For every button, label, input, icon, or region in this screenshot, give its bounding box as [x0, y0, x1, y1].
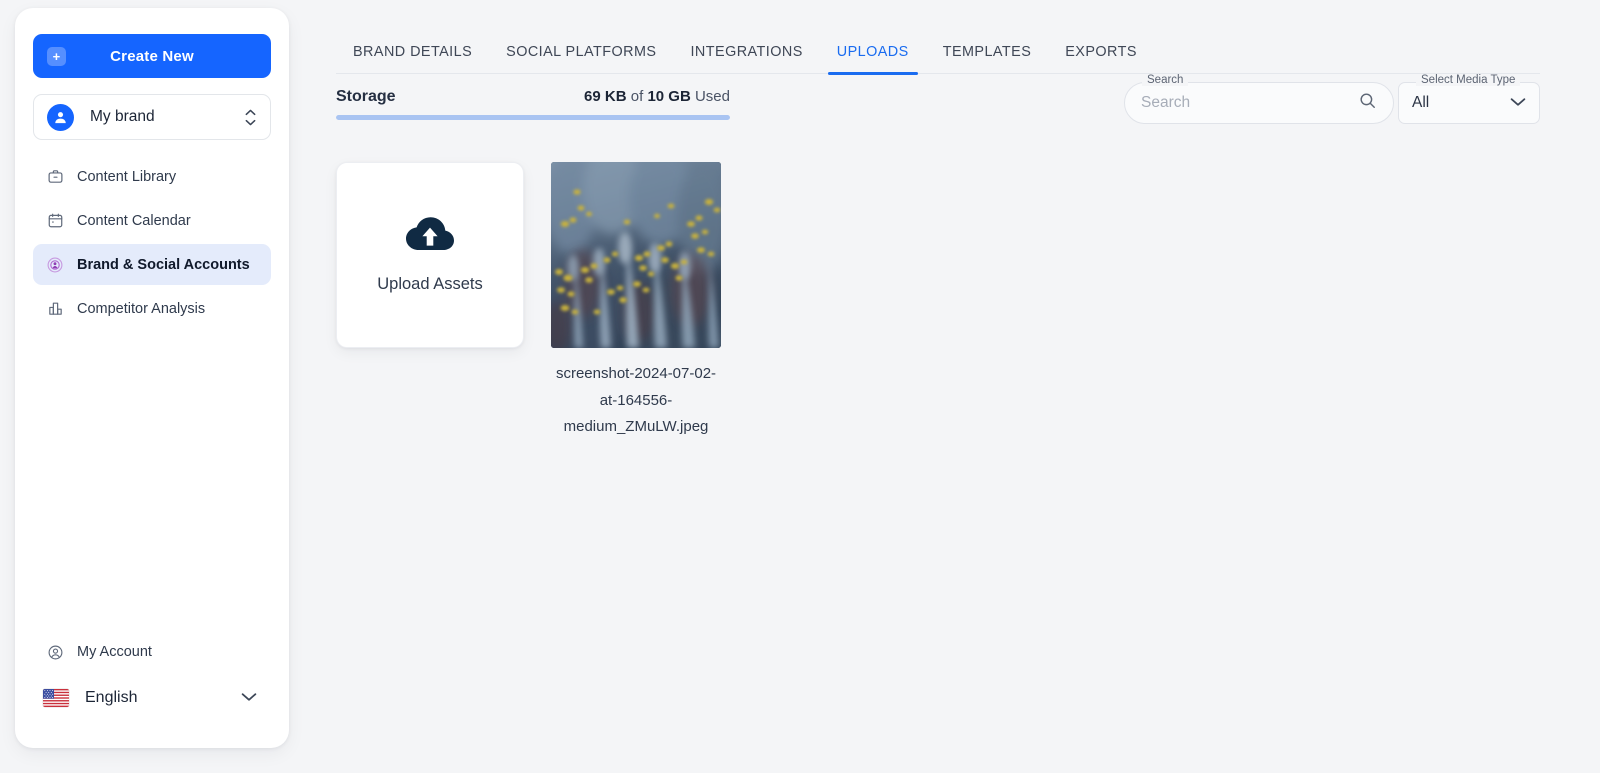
sidebar-item-content-library[interactable]: Content Library: [33, 156, 271, 197]
storage-meter: Storage 69 KB of 10 GB Used: [336, 88, 730, 120]
main-content: BRAND DETAILS SOCIAL PLATFORMS INTEGRATI…: [296, 0, 1600, 773]
search-legend: Search: [1142, 74, 1188, 86]
us-flag-icon: [43, 689, 69, 707]
search-box[interactable]: [1124, 82, 1394, 124]
storage-progress-track: [336, 115, 730, 120]
brand-name-label: My brand: [90, 108, 155, 126]
media-type-select[interactable]: All: [1398, 82, 1540, 124]
storage-used-amount: 69 KB: [584, 88, 627, 105]
broadcast-icon: [46, 256, 64, 274]
sidebar-item-label: Competitor Analysis: [77, 301, 205, 317]
tab-bar: BRAND DETAILS SOCIAL PLATFORMS INTEGRATI…: [336, 0, 1540, 74]
sidebar-nav: Content Library Content Calendar: [33, 156, 271, 329]
upload-assets-card[interactable]: Upload Assets: [336, 162, 524, 348]
storage-total-amount: 10 GB: [647, 88, 690, 105]
tab-brand-details[interactable]: BRAND DETAILS: [336, 44, 489, 73]
storage-title: Storage: [336, 88, 396, 106]
media-type-value: All: [1412, 94, 1510, 112]
sidebar-spacer: [33, 329, 271, 632]
storage-used-word: Used: [695, 88, 730, 105]
assets-grid: Upload Assets: [336, 162, 1540, 441]
plus-icon: +: [47, 47, 66, 66]
asset-item[interactable]: screenshot-2024-07-02-at-164556-medium_Z…: [551, 162, 721, 441]
asset-thumbnail[interactable]: [551, 162, 721, 348]
search-field: Search: [1124, 82, 1394, 124]
language-selector[interactable]: English: [33, 676, 271, 720]
sidebar-item-competitor-analysis[interactable]: Competitor Analysis: [33, 288, 271, 329]
sidebar-item-label: Content Calendar: [77, 213, 191, 229]
sidebar-item-label: Content Library: [77, 169, 176, 185]
sidebar-region: + Create New My brand: [0, 0, 296, 773]
briefcase-icon: [46, 168, 64, 186]
user-circle-icon: [46, 643, 64, 661]
storage-progress-fill: [336, 115, 730, 120]
uploads-toolbar: Storage 69 KB of 10 GB Used Search: [336, 74, 1540, 152]
chevron-down-icon[interactable]: [1510, 94, 1526, 112]
chevron-down-icon: [241, 689, 257, 707]
sidebar-footer: My Account: [33, 632, 271, 730]
asset-filename: screenshot-2024-07-02-at-164556-medium_Z…: [553, 361, 719, 441]
storage-header: Storage 69 KB of 10 GB Used: [336, 88, 730, 115]
sidebar-item-label: Brand & Social Accounts: [77, 257, 250, 273]
brand-selector[interactable]: My brand: [33, 94, 271, 140]
tab-social-platforms[interactable]: SOCIAL PLATFORMS: [489, 44, 673, 73]
sidebar-item-my-account[interactable]: My Account: [33, 632, 271, 672]
storage-usage-text: 69 KB of 10 GB Used: [584, 88, 730, 105]
user-avatar-icon: [47, 104, 74, 131]
up-down-chevron-icon: [245, 109, 256, 126]
calendar-icon: [46, 212, 64, 230]
sidebar-item-content-calendar[interactable]: Content Calendar: [33, 200, 271, 241]
upload-assets-label: Upload Assets: [377, 275, 482, 294]
tab-uploads[interactable]: UPLOADS: [820, 44, 926, 73]
search-input[interactable]: [1141, 94, 1358, 112]
language-label: English: [85, 689, 137, 707]
storage-of-word: of: [631, 88, 644, 105]
media-type-field: Select Media Type All: [1398, 82, 1540, 124]
create-new-label: Create New: [110, 48, 194, 65]
create-new-button[interactable]: + Create New: [33, 34, 271, 78]
tab-templates[interactable]: TEMPLATES: [926, 44, 1049, 73]
bar-chart-icon: [46, 300, 64, 318]
sidebar-item-brand-social-accounts[interactable]: Brand & Social Accounts: [33, 244, 271, 285]
sidebar-item-label: My Account: [77, 644, 152, 660]
sidebar: + Create New My brand: [15, 8, 289, 748]
search-icon[interactable]: [1358, 91, 1377, 115]
app-root: + Create New My brand: [0, 0, 1600, 773]
cloud-upload-icon: [405, 216, 455, 261]
tab-exports[interactable]: EXPORTS: [1048, 44, 1154, 73]
media-type-legend: Select Media Type: [1416, 74, 1520, 86]
tab-integrations[interactable]: INTEGRATIONS: [673, 44, 819, 73]
